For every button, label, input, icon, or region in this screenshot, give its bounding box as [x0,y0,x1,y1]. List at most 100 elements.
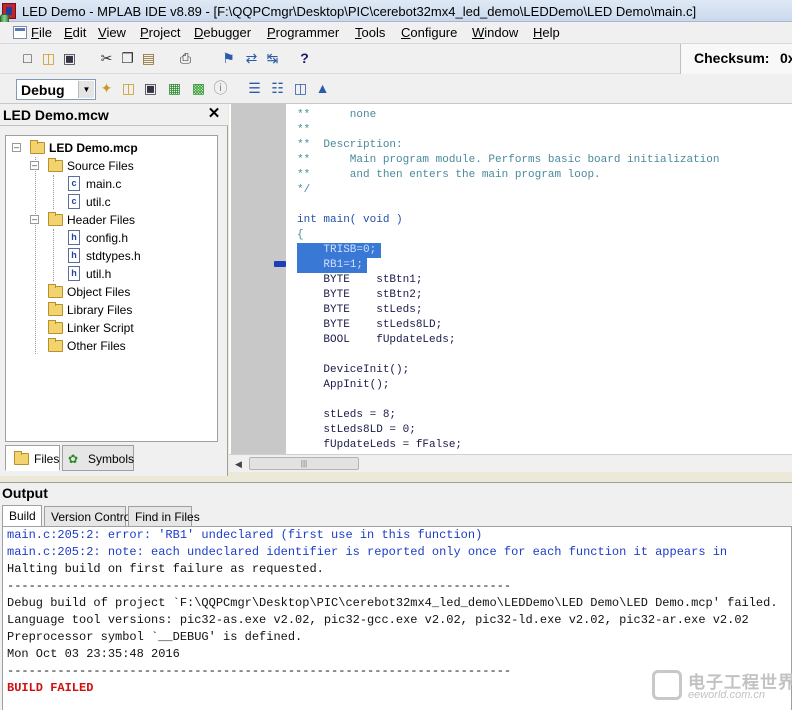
menu-project[interactable]: Project [140,25,180,40]
menu-file[interactable]: File [31,25,52,40]
save-project-icon[interactable]: ▣ [142,80,159,97]
folder-icon [14,451,29,465]
folder-icon [48,158,63,172]
menu-window[interactable]: Window [472,25,518,40]
tree-item-project-root[interactable]: – LED Demo.mcp [12,140,202,156]
collapse-icon[interactable]: – [12,143,21,152]
code-line: DeviceInit(); [297,364,410,376]
goto-icon[interactable]: ↹ [264,50,281,67]
c-file-icon: c [68,176,80,191]
output-separator: ----------------------------------------… [7,664,512,678]
folder-label: Other Files [67,339,126,353]
tab-files[interactable]: Files [5,445,60,471]
output-tabs: Build Version Control Find in Files [0,505,792,527]
save-icon[interactable]: ▣ [61,50,78,67]
code-line: ** Description: [297,139,403,151]
make-icon[interactable]: ☰ [246,80,263,97]
copy-icon[interactable]: ❐ [119,50,136,67]
code-line: fUpdateLeds = fFalse; [297,439,463,451]
folder-icon [30,140,45,154]
help-icon[interactable]: ? [296,50,313,67]
folder-label: Header Files [67,213,136,227]
selected-code-line: RB1=1; [297,258,367,273]
code-text[interactable]: ** none ** ** Description: ** Main progr… [297,108,719,451]
tab-find-in-files[interactable]: Find in Files [128,506,200,527]
menu-edit[interactable]: Edit [64,25,86,40]
folder-icon [48,338,63,352]
program-counter-arrow-icon [274,261,286,267]
h-file-icon: h [68,230,80,245]
tree-item-util-c[interactable]: c util.c [68,194,198,210]
tab-version-control[interactable]: Version Control [44,506,133,527]
project-window-header: LED Demo.mcw ✕ [0,104,228,126]
new-file-icon[interactable]: □ [19,50,36,67]
tree-item-other-files[interactable]: Other Files [48,338,208,354]
tab-symbols-label: Symbols [88,452,135,466]
code-editor[interactable]: ** none ** ** Description: ** Main progr… [229,104,792,472]
folder-label: Source Files [67,159,134,173]
symbols-icon: ✿ [68,452,79,466]
output-error-line[interactable]: main.c:205:2: error: 'RB1' undeclared (f… [7,527,482,544]
output-note-line[interactable]: main.c:205:2: note: each undeclared iden… [7,544,727,561]
watermark-url: eeworld.com.cn [688,689,766,701]
standard-toolbar: □ ◫ ▣ ✂ ❐ ▤ ⎙ ⚑ ⇄ ↹ ? [0,44,792,74]
bookmark-icon[interactable]: ⚑ [220,50,237,67]
output-line: Halting build on first failure as reques… [7,562,324,576]
editor-horizontal-scrollbar[interactable]: ◀ ||| [229,454,792,472]
chevron-down-icon[interactable]: ▼ [78,81,94,98]
open-folder-icon[interactable]: ◫ [40,50,57,67]
cut-icon[interactable]: ✂ [98,50,115,67]
project-root-label: LED Demo.mcp [49,141,138,155]
tree-item-header-files[interactable]: – Header Files [30,212,200,228]
menu-configure[interactable]: Configure [401,25,457,40]
build-all-icon[interactable]: ☷ [269,80,286,97]
tree-item-util-h[interactable]: h util.h [68,266,198,282]
build-config-select[interactable]: Debug ▼ [16,79,96,100]
eeworld-logo-icon [652,670,682,700]
paste-icon[interactable]: ▤ [140,50,157,67]
tab-build[interactable]: Build [2,505,42,527]
tree-item-config-h[interactable]: h config.h [68,230,198,246]
build-icon[interactable]: ▩ [190,80,207,97]
tree-item-main-c[interactable]: c main.c [68,176,198,192]
find-replace-icon[interactable]: ⇄ [243,50,260,67]
tab-find-in-files-label: Find in Files [135,510,200,524]
folder-icon [48,302,63,316]
menu-tools[interactable]: Tools [355,25,385,40]
menu-debugger[interactable]: Debugger [194,25,251,40]
find-in-files-icon[interactable]: ◫ [292,80,309,97]
document-window-icon[interactable] [13,26,27,39]
code-line: stLeds8LD = 0; [297,424,416,436]
checksum-label: Checksum: [694,50,770,66]
scroll-left-icon[interactable]: ◀ [235,458,245,470]
compile-icon[interactable]: ▲ [314,80,331,97]
close-icon[interactable]: ✕ [206,106,222,122]
file-label: main.c [86,177,122,191]
menu-view[interactable]: View [98,25,126,40]
output-timestamp: Mon Oct 03 23:35:48 2016 [7,647,180,661]
folder-label: Object Files [67,285,131,299]
folder-label: Library Files [67,303,133,317]
tree-item-linker-script[interactable]: Linker Script [48,320,208,336]
build-failed-status: BUILD FAILED [7,681,94,695]
tree-item-source-files[interactable]: – Source Files [30,158,200,174]
tree-item-library-files[interactable]: Library Files [48,302,208,318]
project-tabs: Files ✿ Symbols [5,445,225,471]
new-project-icon[interactable]: ✦ [98,80,115,97]
collapse-icon[interactable]: – [30,161,39,170]
tab-symbols[interactable]: ✿ Symbols [62,445,134,471]
info-icon[interactable]: ⓘ [212,80,229,97]
scrollbar-thumb[interactable]: ||| [249,457,359,470]
tree-item-object-files[interactable]: Object Files [48,284,208,300]
menu-programmer[interactable]: Programmer [267,25,339,40]
print-icon[interactable]: ⎙ [177,50,194,67]
file-label: util.h [86,267,112,281]
collapse-icon[interactable]: – [30,215,39,224]
editor-gutter[interactable] [231,104,286,456]
menu-help[interactable]: Help [533,25,560,40]
tree-item-stdtypes-h[interactable]: h stdtypes.h [68,248,198,264]
open-project-icon[interactable]: ◫ [120,80,137,97]
tree-guide-line [53,175,54,209]
project-wizard-icon[interactable]: ▦ [166,80,183,97]
workspace-title: LED Demo.mcw [3,107,109,123]
